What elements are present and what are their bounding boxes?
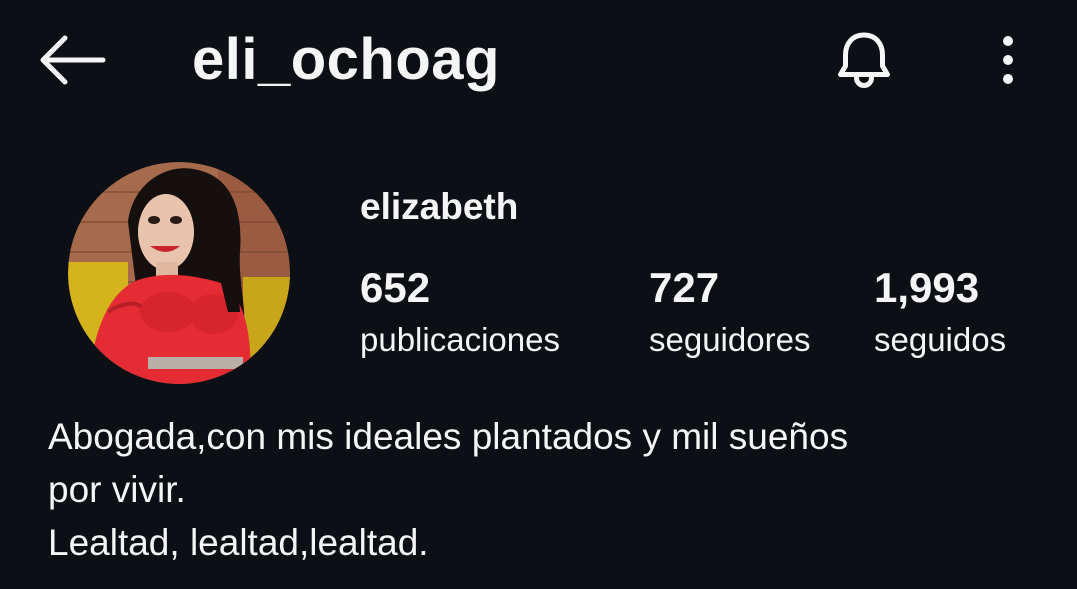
top-bar: eli_ochoag bbox=[0, 0, 1077, 122]
bell-icon bbox=[838, 32, 890, 88]
profile-photo bbox=[68, 162, 290, 384]
followers-label: seguidores bbox=[649, 321, 811, 358]
following-stat[interactable]: 1,993 seguidos bbox=[874, 260, 1006, 364]
profile-bio: Abogada,con mis ideales plantados y mil … bbox=[48, 410, 1048, 569]
notifications-button[interactable] bbox=[826, 26, 902, 94]
arrow-left-icon bbox=[40, 35, 106, 85]
bio-line: Abogada,con mis ideales plantados y mil … bbox=[48, 416, 849, 457]
more-options-button[interactable] bbox=[984, 28, 1032, 92]
profile-username: eli_ochoag bbox=[192, 27, 500, 92]
back-button[interactable] bbox=[34, 30, 110, 90]
posts-label: publicaciones bbox=[360, 321, 560, 358]
profile-avatar[interactable] bbox=[68, 162, 290, 384]
followers-count: 727 bbox=[649, 264, 720, 311]
following-label: seguidos bbox=[874, 321, 1007, 358]
posts-stat[interactable]: 652 publicaciones bbox=[360, 260, 560, 364]
following-count: 1,993 bbox=[874, 264, 980, 311]
more-vertical-icon bbox=[1003, 36, 1013, 84]
display-name: elizabeth bbox=[360, 186, 519, 227]
posts-count: 652 bbox=[360, 264, 431, 311]
followers-stat[interactable]: 727 seguidores bbox=[649, 260, 810, 364]
bio-line: Lealtad, lealtad,lealtad. bbox=[48, 522, 429, 563]
bio-line: por vivir. bbox=[48, 469, 186, 510]
